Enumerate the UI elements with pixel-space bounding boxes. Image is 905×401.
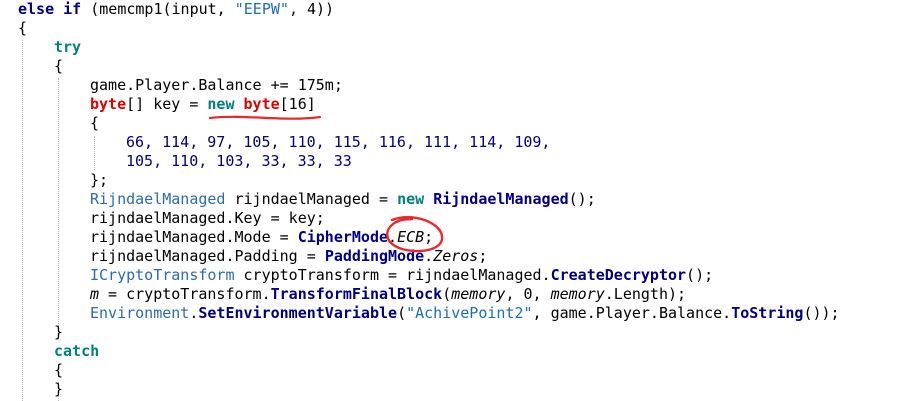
code-token: 66, 114, 97, 105, 110, 115, 116, 111, 11… bbox=[126, 133, 551, 151]
code-token: new bbox=[397, 190, 425, 208]
code-token: try bbox=[54, 38, 82, 56]
code-token: cryptoTransform = rijndaelManaged. bbox=[234, 266, 551, 284]
code-line: game.Player.Balance += 175m; bbox=[90, 76, 343, 95]
code-token: TransformFinalBlock bbox=[270, 285, 443, 303]
code-token: CipherMode bbox=[297, 228, 389, 246]
code-line: catch bbox=[54, 342, 99, 361]
code-token: "AchivePoint2" bbox=[406, 304, 533, 322]
code-line: }; bbox=[90, 171, 108, 190]
code-editor[interactable]: else if (memcmp1(input, "EEPW", 4)){try{… bbox=[0, 0, 905, 401]
underline-stroke bbox=[208, 115, 322, 120]
code-token: (memcmp1(input, bbox=[81, 0, 235, 18]
code-token: rijndaelManaged.Mode = bbox=[90, 228, 298, 246]
code-line: rijndaelManaged.Mode = CipherMode.ECB; bbox=[90, 228, 433, 247]
code-token: RijndaelManaged bbox=[433, 190, 569, 208]
code-token: { bbox=[54, 57, 64, 75]
code-token: new bbox=[207, 95, 235, 113]
code-token: rijndaelManaged.Key = key; bbox=[90, 209, 325, 227]
code-token: rijndaelManaged = bbox=[225, 190, 398, 208]
indent-guide bbox=[94, 136, 95, 170]
code-line: 105, 110, 103, 33, 33, 33 bbox=[126, 152, 352, 171]
code-token: , game.Player.Balance. bbox=[532, 304, 732, 322]
code-token: [] key = bbox=[126, 95, 208, 113]
code-token: rijndaelManaged.Padding = bbox=[90, 247, 325, 265]
indent-guide bbox=[22, 40, 23, 401]
code-line: else if (memcmp1(input, "EEPW", 4)) bbox=[18, 0, 334, 19]
code-line: rijndaelManaged.Padding = PaddingMode.Ze… bbox=[90, 247, 487, 266]
code-token: [16] bbox=[279, 95, 316, 113]
code-token: SetEnvironmentVariable bbox=[198, 304, 398, 322]
code-token: 105, 110, 103, 33, 33, 33 bbox=[126, 152, 352, 170]
code-token: m bbox=[90, 285, 100, 303]
code-line: { bbox=[90, 114, 99, 133]
code-token: else if bbox=[18, 0, 82, 18]
code-token: memory bbox=[550, 285, 605, 303]
code-token: ; bbox=[478, 247, 488, 265]
code-token: (); bbox=[568, 190, 596, 208]
code-token: PaddingMode bbox=[324, 247, 425, 265]
code-token: , 0, bbox=[505, 285, 551, 303]
code-token: } bbox=[54, 323, 64, 341]
code-token: .Length); bbox=[604, 285, 687, 303]
code-line: RijndaelManaged rijndaelManaged = new Ri… bbox=[90, 190, 596, 209]
code-line: Environment.SetEnvironmentVariable("Achi… bbox=[90, 304, 840, 323]
code-token: Environment bbox=[90, 304, 190, 322]
code-line: } bbox=[54, 380, 63, 399]
code-token: CreateDecryptor bbox=[550, 266, 687, 284]
code-line: try bbox=[54, 38, 81, 57]
code-token: ; bbox=[424, 228, 434, 246]
code-line: byte[] key = new byte[16] bbox=[90, 95, 316, 114]
code-token: } bbox=[54, 380, 64, 398]
code-token: RijndaelManaged bbox=[90, 190, 226, 208]
code-line: m = cryptoTransform.TransformFinalBlock(… bbox=[90, 285, 686, 304]
code-token: ( bbox=[397, 304, 407, 322]
code-token: memory bbox=[451, 285, 506, 303]
indent-guide bbox=[58, 78, 59, 328]
code-token: ICryptoTransform bbox=[90, 266, 235, 284]
code-token: (); bbox=[686, 266, 714, 284]
code-token: ToString bbox=[731, 304, 804, 322]
code-token: "EEPW" bbox=[234, 0, 289, 18]
code-line: rijndaelManaged.Key = key; bbox=[90, 209, 325, 228]
code-token: ( bbox=[442, 285, 452, 303]
code-line: { bbox=[54, 57, 63, 76]
code-token: catch bbox=[54, 342, 100, 360]
code-line: 66, 114, 97, 105, 110, 115, 116, 111, 11… bbox=[126, 133, 550, 152]
code-token: . bbox=[388, 228, 398, 246]
code-line: { bbox=[54, 361, 63, 380]
code-token: byte bbox=[243, 95, 280, 113]
code-token: byte bbox=[90, 95, 127, 113]
code-token: ECB bbox=[397, 228, 425, 246]
code-token: { bbox=[54, 361, 64, 379]
code-token: game.Player.Balance += 175m; bbox=[90, 76, 343, 94]
code-token: { bbox=[18, 19, 28, 37]
code-token: }; bbox=[90, 171, 109, 189]
code-line: ICryptoTransform cryptoTransform = rijnd… bbox=[90, 266, 713, 285]
code-token: { bbox=[90, 114, 100, 132]
code-token: ()); bbox=[803, 304, 840, 322]
code-token: , 4)) bbox=[288, 0, 335, 18]
code-line: { bbox=[18, 19, 27, 38]
code-line: } bbox=[54, 323, 63, 342]
code-token: . bbox=[424, 247, 434, 265]
code-token: Zeros bbox=[433, 247, 479, 265]
code-token: = cryptoTransform. bbox=[99, 285, 271, 303]
